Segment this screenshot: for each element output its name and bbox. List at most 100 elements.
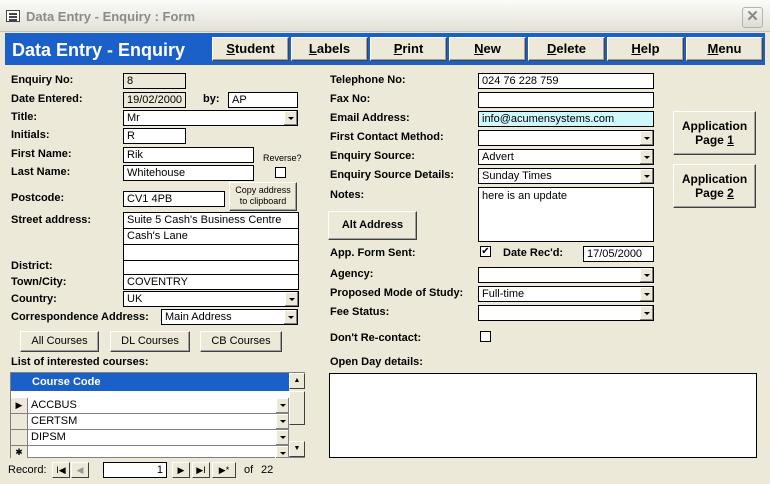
application-page-1-button[interactable]: Application Page 1 bbox=[673, 111, 756, 155]
correspondence-value: Main Address bbox=[165, 311, 232, 323]
window-title: Data Entry - Enquiry : Form bbox=[26, 9, 196, 24]
chevron-down-icon[interactable] bbox=[283, 111, 297, 125]
enquiry-source-combo[interactable]: Advert bbox=[478, 149, 654, 165]
scroll-thumb[interactable] bbox=[289, 391, 305, 425]
close-icon[interactable]: ✕ bbox=[742, 7, 763, 28]
new-label: ew bbox=[483, 41, 501, 56]
record-number-input[interactable]: 1 bbox=[103, 462, 167, 478]
initials-field[interactable]: R bbox=[123, 128, 186, 144]
app-form-sent-checkbox[interactable]: ✔ bbox=[480, 246, 491, 257]
row-selector[interactable]: ▶ bbox=[11, 398, 28, 413]
table-row[interactable]: ✱ bbox=[11, 446, 289, 458]
course-combo[interactable]: CERTSM bbox=[28, 414, 289, 429]
course-code-header[interactable]: Course Code bbox=[11, 373, 289, 391]
first-record-icon[interactable]: I◀ bbox=[52, 462, 70, 478]
student-button[interactable]: Student bbox=[212, 37, 289, 61]
dont-recontact-checkbox[interactable] bbox=[480, 331, 491, 342]
telephone-field[interactable]: 024 76 228 759 bbox=[478, 73, 654, 89]
chevron-down-icon[interactable] bbox=[639, 306, 653, 320]
street-address-line[interactable]: Suite 5 Cash's Business Centre bbox=[124, 213, 298, 229]
labels-accel: L bbox=[308, 41, 317, 56]
copy-address-button[interactable]: Copy address to clipboard bbox=[229, 182, 297, 211]
last-name-field[interactable]: Whitehouse bbox=[123, 165, 254, 181]
scroll-up-icon[interactable]: ▲ bbox=[289, 373, 305, 389]
chevron-down-icon[interactable] bbox=[275, 430, 289, 445]
cb-courses-button[interactable]: CB Courses bbox=[200, 331, 282, 352]
telephone-label: Telephone No: bbox=[330, 74, 406, 86]
course-combo[interactable]: ACCBUS bbox=[28, 398, 289, 413]
app-page-1-num: 1 bbox=[727, 133, 734, 147]
first-contact-label: First Contact Method: bbox=[330, 131, 444, 143]
date-entered-field: 19/02/2000 bbox=[123, 92, 186, 108]
agency-combo[interactable] bbox=[478, 267, 654, 283]
next-record-icon[interactable]: ▶ bbox=[172, 462, 190, 478]
by-label: by: bbox=[203, 93, 220, 105]
source-details-value: Sunday Times bbox=[482, 170, 552, 182]
labels-button[interactable]: Labels bbox=[291, 37, 368, 61]
town-field[interactable]: COVENTRY bbox=[123, 274, 299, 290]
chevron-down-icon[interactable] bbox=[283, 310, 297, 324]
print-label: rint bbox=[402, 41, 424, 56]
app-page-2-prefix: Page bbox=[695, 186, 728, 200]
chevron-down-icon[interactable] bbox=[275, 414, 289, 429]
fax-field[interactable] bbox=[478, 92, 654, 108]
course-value: CERTSM bbox=[31, 415, 78, 427]
correspondence-combo[interactable]: Main Address bbox=[161, 309, 298, 325]
row-selector[interactable] bbox=[11, 414, 28, 429]
by-field[interactable]: AP bbox=[228, 92, 298, 108]
table-row[interactable]: DIPSM bbox=[11, 430, 289, 446]
new-record-icon[interactable]: ▶* bbox=[212, 462, 236, 478]
date-recd-field[interactable]: 17/05/2000 bbox=[583, 246, 654, 262]
notes-field[interactable]: here is an update bbox=[478, 187, 654, 242]
table-row[interactable]: CERTSM bbox=[11, 414, 289, 430]
first-name-field[interactable]: Rik bbox=[123, 147, 254, 163]
chevron-down-icon[interactable] bbox=[639, 268, 653, 282]
reverse-checkbox[interactable] bbox=[275, 167, 286, 178]
street-address-box[interactable]: Suite 5 Cash's Business Centre Cash's La… bbox=[123, 212, 299, 275]
mode-of-study-combo[interactable]: Full-time bbox=[478, 286, 654, 302]
title-combo[interactable]: Mr bbox=[123, 110, 298, 126]
email-field[interactable]: info@acumensystems.com bbox=[478, 111, 654, 127]
street-address-label: Street address: bbox=[11, 214, 92, 226]
last-record-icon[interactable]: ▶I bbox=[192, 462, 210, 478]
postcode-field[interactable]: CV1 4PB bbox=[123, 191, 225, 207]
source-details-combo[interactable]: Sunday Times bbox=[478, 168, 654, 184]
course-combo[interactable]: DIPSM bbox=[28, 430, 289, 445]
application-page-2-button[interactable]: Application Page 2 bbox=[673, 164, 756, 208]
new-row-icon[interactable]: ✱ bbox=[11, 446, 28, 458]
alt-address-button[interactable]: Alt Address bbox=[328, 211, 417, 240]
dl-courses-button[interactable]: DL Courses bbox=[110, 331, 190, 352]
chevron-down-icon[interactable] bbox=[639, 131, 653, 145]
help-button[interactable]: Help bbox=[607, 37, 684, 61]
copy-address-line1: Copy address bbox=[235, 185, 291, 195]
row-selector[interactable] bbox=[11, 430, 28, 445]
chevron-down-icon[interactable] bbox=[639, 287, 653, 301]
country-combo[interactable]: UK bbox=[123, 291, 299, 307]
fee-status-combo[interactable] bbox=[478, 305, 654, 321]
print-button[interactable]: Print bbox=[370, 37, 447, 61]
chevron-down-icon[interactable] bbox=[275, 398, 289, 413]
menu-button[interactable]: Menu bbox=[686, 37, 763, 61]
street-address-line[interactable] bbox=[124, 245, 298, 261]
first-contact-combo[interactable] bbox=[478, 130, 654, 146]
chevron-down-icon[interactable] bbox=[639, 150, 653, 164]
open-day-field[interactable] bbox=[329, 373, 757, 458]
chevron-down-icon[interactable] bbox=[639, 169, 653, 183]
new-button[interactable]: New bbox=[449, 37, 526, 61]
chevron-down-icon[interactable] bbox=[275, 446, 289, 458]
table-row[interactable]: ▶ ACCBUS bbox=[11, 398, 289, 414]
street-address-line[interactable]: Cash's Lane bbox=[124, 229, 298, 245]
prev-record-icon[interactable]: ◀ bbox=[71, 462, 89, 478]
course-combo[interactable] bbox=[28, 446, 289, 458]
last-name-label: Last Name: bbox=[11, 166, 71, 178]
date-entered-label: Date Entered: bbox=[11, 93, 83, 105]
all-courses-button[interactable]: All Courses bbox=[20, 331, 99, 352]
scroll-down-icon[interactable]: ▼ bbox=[289, 441, 305, 457]
form-title: Data Entry - Enquiry bbox=[12, 40, 186, 60]
title-label: Title: bbox=[11, 111, 38, 123]
chevron-down-icon[interactable] bbox=[284, 292, 298, 306]
delete-button[interactable]: Delete bbox=[528, 37, 605, 61]
copy-address-line2: to clipboard bbox=[239, 196, 287, 206]
subform-scrollbar[interactable]: ▲ ▼ bbox=[289, 373, 305, 457]
help-accel: H bbox=[631, 41, 641, 56]
